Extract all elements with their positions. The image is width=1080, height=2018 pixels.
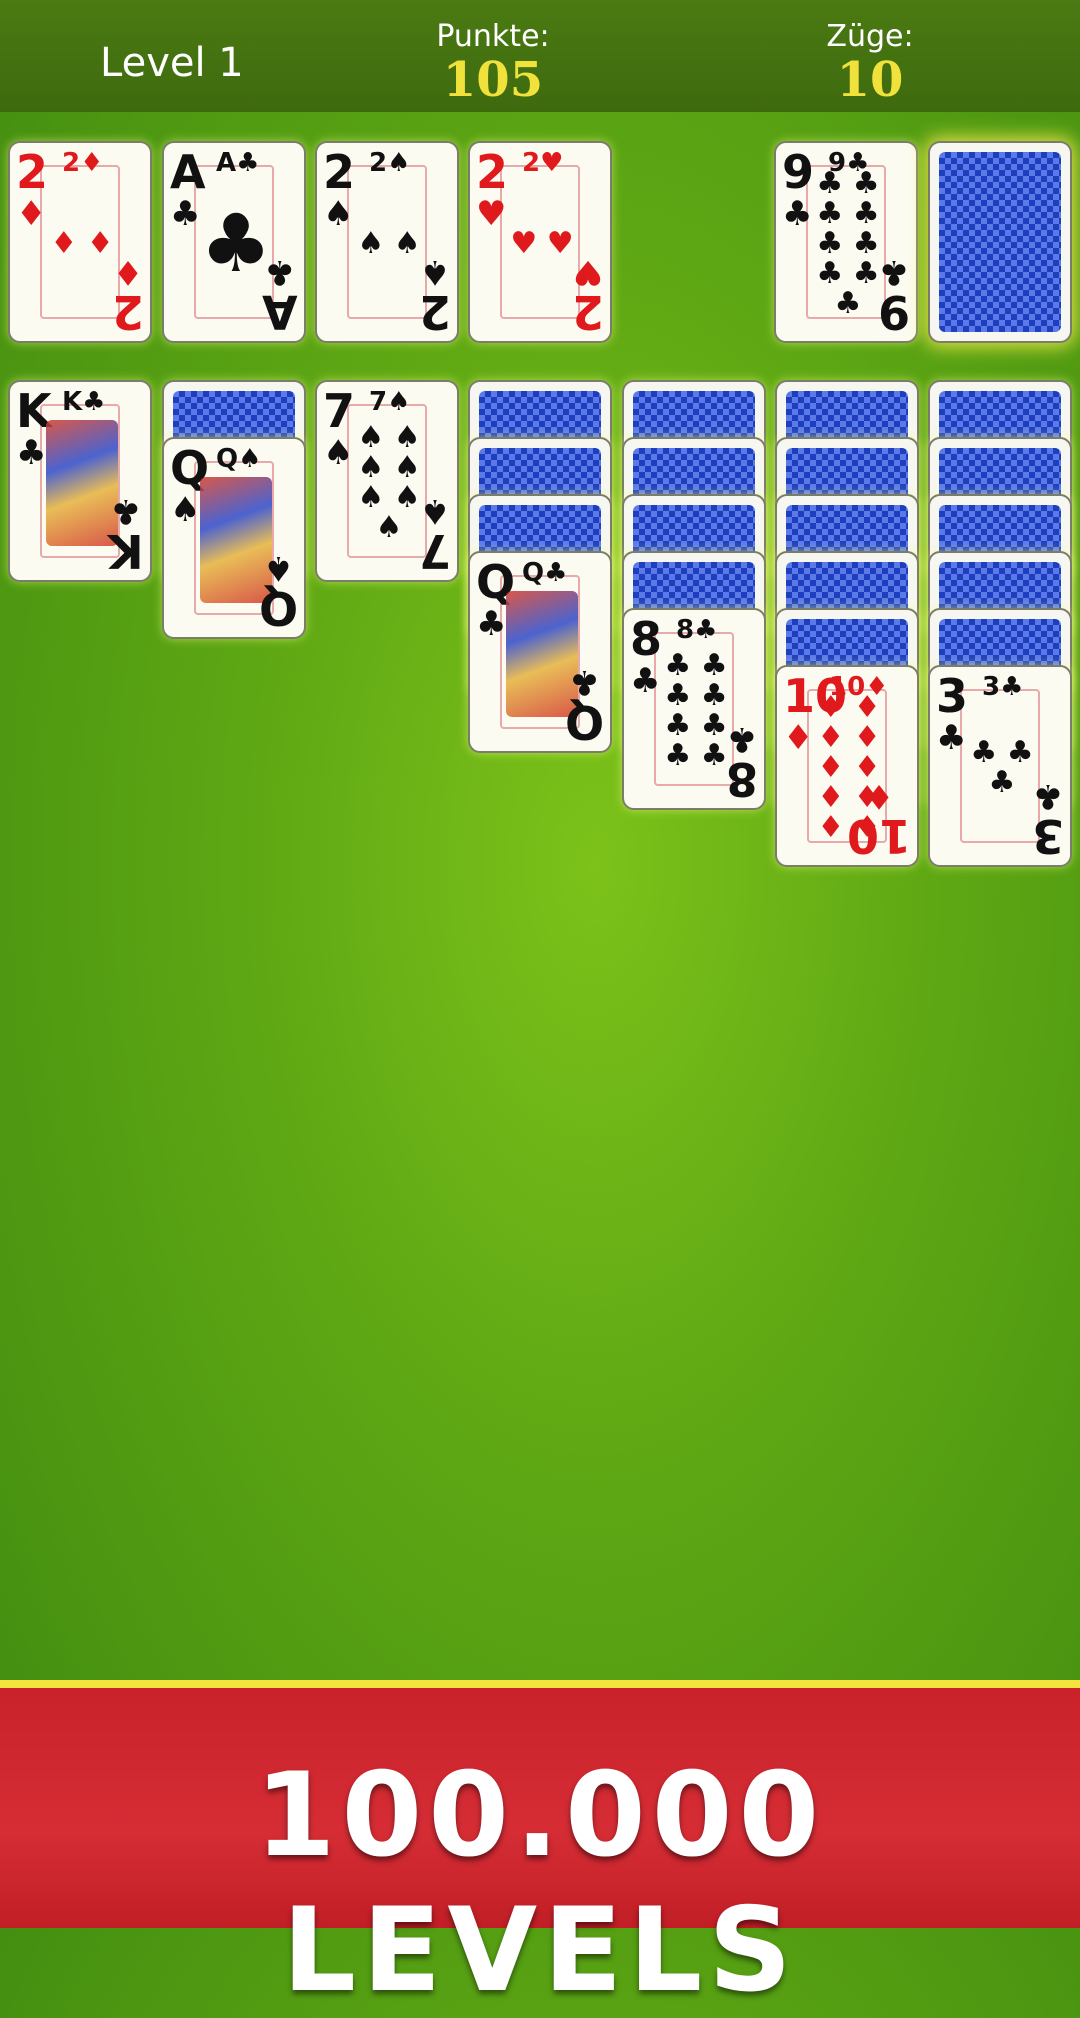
card-bottom-index: 8 ♣	[725, 719, 758, 806]
card-rank-inverted: 7	[418, 524, 451, 578]
card-top-index: 2♥	[522, 148, 564, 178]
card-suit-icon: ♣	[782, 194, 813, 234]
card-top-index: 2♠	[369, 148, 411, 178]
card-suit-inverted-icon: ♠	[419, 491, 451, 531]
foundation-card[interactable]: A ♣ A♣ ♣ A ♣	[162, 141, 306, 343]
card-suit-inverted-icon: ♣	[110, 491, 142, 531]
card-pips: ♣ ♣ ♣ ♣ ♣ ♣ ♣ ♣ ♣	[816, 166, 880, 321]
card-rank-inverted: 2	[111, 285, 144, 339]
tableau-face-card[interactable]: Q ♣ Q♣ Q ♣	[468, 551, 612, 753]
moves-label: Züge:	[826, 19, 914, 54]
card-rank-inverted: Q	[258, 581, 298, 635]
card-top-index: Q♣	[522, 558, 568, 588]
card-suit-icon: ♣	[476, 604, 507, 644]
card-pips: ♣ ♣ ♣ ♣ ♣ ♣ ♣ ♣	[664, 648, 728, 773]
card-rank-inverted: K	[108, 524, 144, 578]
card-bottom-index: 2 ♦	[111, 252, 144, 339]
card-rank-inverted: 2	[418, 285, 451, 339]
card-bottom-index: Q ♠	[258, 548, 298, 635]
card-suit-inverted-icon: ♣	[726, 719, 758, 759]
card-rank-inverted: 2	[571, 285, 604, 339]
waste-pile-card[interactable]: 9 ♣ 9♣ ♣ ♣ ♣ ♣ ♣ ♣ ♣ ♣ ♣ 9 ♣	[774, 141, 918, 343]
card-suit-icon: ♠	[323, 433, 354, 473]
tableau-face-card[interactable]: Q ♠ Q♠ Q ♠	[162, 437, 306, 639]
card-suit-inverted-icon: ♣	[1032, 776, 1064, 816]
card-suit-inverted-icon: ♣	[878, 252, 910, 292]
card-suit-inverted-icon: ♠	[263, 548, 294, 588]
card-bottom-index: 10 ♦	[846, 776, 911, 863]
points-label: Punkte:	[436, 19, 550, 54]
card-suit-inverted-icon: ♣	[569, 662, 600, 702]
card-top-index: K♣	[62, 387, 106, 417]
card-top-index: 7♠	[369, 387, 411, 417]
card-back-icon	[939, 152, 1061, 332]
card-suit-icon: ♠	[170, 490, 201, 530]
card-suit-icon: ♣	[936, 718, 967, 758]
card-bottom-index: 2 ♥	[571, 252, 604, 339]
card-top-index: 8♣	[676, 615, 718, 645]
moves-value: 10	[836, 52, 904, 108]
card-top-index: 3♣	[982, 672, 1024, 702]
stock-pile[interactable]	[928, 141, 1072, 343]
foundation-card[interactable]: 2 ♠ 2♠ ♠ ♠ 2 ♠	[315, 141, 459, 343]
card-pips: ♠ ♠	[357, 226, 421, 261]
card-pips: ♥ ♥	[510, 226, 574, 261]
card-suit-inverted-icon: ♠	[419, 252, 451, 292]
card-bottom-index: 3 ♣	[1031, 776, 1064, 863]
card-pips: ♦ ♦	[50, 226, 114, 261]
card-suit-icon: ♣	[16, 433, 47, 473]
card-rank-inverted: 9	[877, 285, 910, 339]
card-rank-inverted: A	[262, 285, 298, 339]
tableau-face-card[interactable]: 10 ♦ 10♦ ♦ ♦ ♦ ♦ ♦ ♦ ♦ ♦ ♦ ♦ 10 ♦	[775, 665, 919, 867]
tableau-face-card[interactable]: 3 ♣ 3♣ ♣ ♣ ♣ 3 ♣	[928, 665, 1072, 867]
banner-text: 100.000 LEVELS	[254, 1748, 826, 2018]
card-suit-icon: ♦	[783, 718, 814, 758]
tableau-face-card[interactable]: 8 ♣ 8♣ ♣ ♣ ♣ ♣ ♣ ♣ ♣ ♣ 8 ♣	[622, 608, 766, 810]
foundation-card[interactable]: 2 ♦ 2♦ ♦ ♦ 2 ♦	[8, 141, 152, 343]
card-suit-inverted-icon: ♣	[264, 252, 296, 292]
card-suit-inverted-icon: ♦	[112, 252, 144, 292]
card-pips: ♠ ♠ ♠ ♠ ♠ ♠ ♠	[357, 420, 421, 545]
points-display: Punkte: 105	[393, 19, 593, 108]
card-suit-icon: ♥	[476, 194, 507, 234]
card-rank-inverted: 8	[725, 752, 758, 806]
tableau-face-card[interactable]: K ♣ K♣ K ♣	[8, 380, 152, 582]
foundation-card[interactable]: 2 ♥ 2♥ ♥ ♥ 2 ♥	[468, 141, 612, 343]
card-suit-icon: ♣	[630, 661, 661, 701]
card-top-index: Q♠	[216, 444, 262, 474]
card-top-index: 2♦	[62, 148, 104, 178]
card-bottom-index: Q ♣	[564, 662, 604, 749]
card-bottom-index: K ♣	[108, 491, 144, 578]
moves-display: Züge: 10	[770, 19, 970, 108]
card-bottom-index: A ♣	[262, 252, 298, 339]
promo-banner: 100.000 LEVELS	[0, 1680, 1080, 2018]
card-bottom-index: 2 ♠	[418, 252, 451, 339]
tableau-face-card[interactable]: 7 ♠ 7♠ ♠ ♠ ♠ ♠ ♠ ♠ ♠ 7 ♠	[315, 380, 459, 582]
card-suit-icon: ♦	[16, 194, 47, 234]
card-pips: ♣ ♣ ♣	[970, 735, 1034, 800]
card-bottom-index: 7 ♠	[418, 491, 451, 578]
top-bar: Level 1 Punkte: 105 Züge: 10	[0, 0, 1080, 112]
card-rank-inverted: Q	[564, 695, 604, 749]
card-suit-inverted-icon: ♥	[572, 252, 604, 292]
card-rank-inverted: 10	[846, 809, 911, 863]
level-label: Level 1	[100, 40, 244, 86]
card-suit-icon: ♣	[170, 194, 201, 234]
card-bottom-index: 9 ♣	[877, 252, 910, 339]
card-suit-icon: ♠	[323, 194, 354, 234]
points-value: 105	[442, 52, 544, 108]
card-rank-inverted: 3	[1031, 809, 1064, 863]
card-suit-inverted-icon: ♦	[863, 776, 895, 816]
card-top-index: A♣	[216, 148, 260, 178]
